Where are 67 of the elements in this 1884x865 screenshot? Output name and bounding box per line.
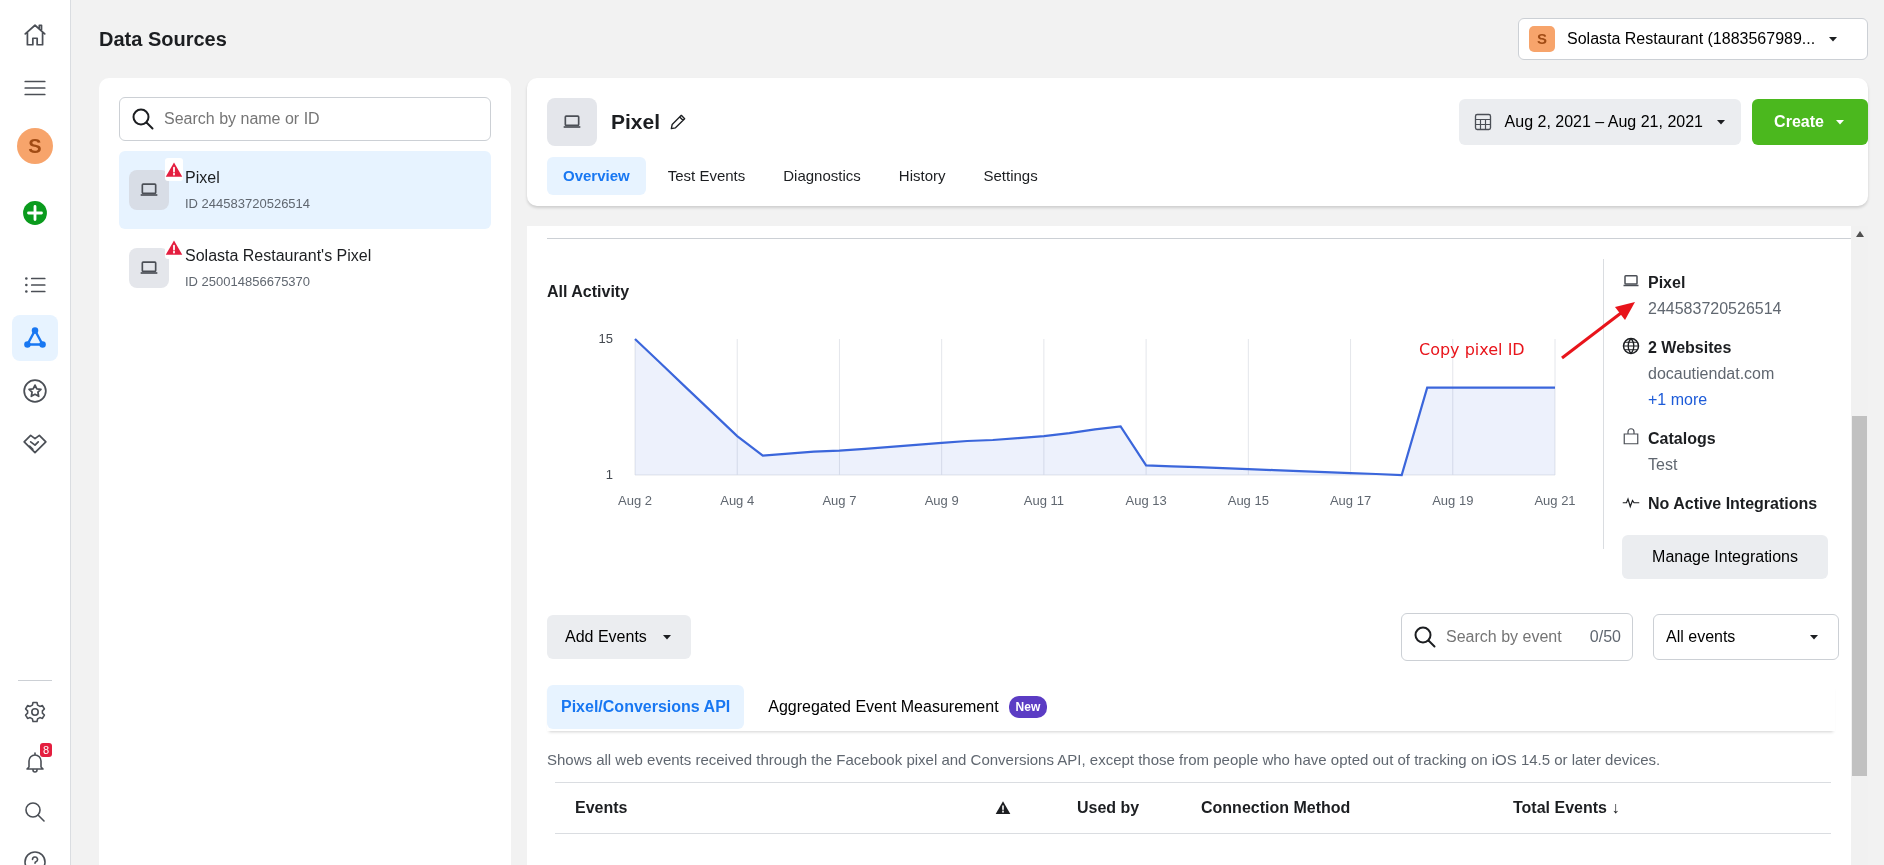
info-title: Pixel bbox=[1648, 273, 1687, 293]
tab[interactable]: Aggregated Event Measurement New bbox=[754, 685, 1062, 729]
source-list-item[interactable]: Pixel ID 244583720526514 bbox=[119, 151, 491, 229]
account-dropdown[interactable]: S Solasta Restaurant (1883567989... bbox=[1518, 18, 1868, 60]
axis-label: 15 bbox=[598, 331, 613, 346]
rail-button[interactable]: 8 bbox=[12, 739, 58, 785]
axis-label: Aug 2 bbox=[618, 493, 652, 508]
search-icon bbox=[1413, 625, 1437, 649]
pixel-title: Pixel bbox=[611, 109, 661, 135]
axis-label: Aug 13 bbox=[1125, 493, 1167, 508]
search-icon bbox=[23, 800, 47, 824]
rail-button[interactable] bbox=[12, 315, 58, 361]
tab[interactable]: Test Events bbox=[651, 157, 762, 195]
column-header[interactable]: Connection Method bbox=[1201, 795, 1513, 820]
info-value: docautiendat.com bbox=[1648, 364, 1775, 384]
source-name: Pixel bbox=[185, 168, 221, 189]
character-counter: 0/50 bbox=[1589, 627, 1621, 647]
axis-label: Aug 7 bbox=[822, 493, 857, 508]
axis-label: Aug 15 bbox=[1227, 493, 1269, 508]
add-events-button[interactable]: Add Events bbox=[547, 615, 691, 659]
info-title: 2 Websites bbox=[1648, 338, 1733, 358]
column-header[interactable]: Used by bbox=[1077, 795, 1201, 820]
manage-integrations-button[interactable]: Manage Integrations bbox=[1622, 535, 1828, 579]
notification-badge: 8 bbox=[39, 743, 52, 757]
source-id: ID 250014856675370 bbox=[185, 273, 312, 292]
settings-icon bbox=[23, 700, 47, 724]
axis-label: Aug 19 bbox=[1432, 493, 1474, 508]
network-icon bbox=[22, 325, 48, 351]
source-name: Solasta Restaurant's Pixel bbox=[185, 246, 372, 267]
axis-label: 1 bbox=[605, 467, 613, 482]
info-title: Catalogs bbox=[1648, 429, 1716, 449]
info-value: Test bbox=[1648, 455, 1679, 475]
tab[interactable]: Diagnostics bbox=[767, 157, 877, 195]
source-id: ID 244583720526514 bbox=[185, 195, 311, 214]
tab[interactable]: History bbox=[882, 157, 962, 195]
warning-icon bbox=[995, 800, 1011, 817]
column-header[interactable]: Events bbox=[575, 795, 995, 820]
globe-icon bbox=[1622, 337, 1640, 355]
calendar-icon bbox=[1472, 112, 1493, 132]
annotation-text: Copy pixel ID bbox=[1419, 339, 1525, 361]
source-list-item[interactable]: Solasta Restaurant's Pixel ID 250014856675370 bbox=[119, 229, 491, 307]
axis-label: Aug 9 bbox=[924, 493, 959, 508]
scroll-up-arrow[interactable] bbox=[1854, 230, 1865, 238]
new-badge: New bbox=[1008, 696, 1048, 718]
search-icon bbox=[131, 107, 155, 131]
tab[interactable]: Overview bbox=[547, 157, 646, 195]
tab[interactable]: Pixel/Conversions API bbox=[547, 685, 745, 729]
axis-label: Aug 11 bbox=[1023, 493, 1064, 508]
info-value: 244583720526514 bbox=[1648, 299, 1782, 319]
search-field[interactable]: Search by name or ID bbox=[119, 97, 491, 141]
axis-label: Aug 4 bbox=[720, 493, 755, 508]
add-icon bbox=[22, 200, 48, 226]
axis-label: Aug 21 bbox=[1534, 493, 1576, 508]
account-avatar: S bbox=[1529, 26, 1555, 52]
description-text: Shows all web events received through the Facebook pixel and Conversions API, except those from people who have opted out of tracking on iOS 14.5 or later devices. bbox=[547, 750, 1662, 770]
axis-label: Aug 17 bbox=[1329, 493, 1372, 508]
section-title: All Activity bbox=[547, 282, 631, 302]
event-filter-dropdown[interactable]: All events bbox=[1653, 614, 1839, 660]
info-title: No Active Integrations bbox=[1648, 494, 1818, 514]
shopping-bag-icon bbox=[1622, 428, 1640, 446]
tab[interactable]: Settings bbox=[967, 157, 1054, 195]
more-link[interactable]: +1 more bbox=[1648, 388, 1708, 412]
scrollbar-thumb[interactable] bbox=[1852, 416, 1867, 776]
home-icon bbox=[22, 22, 48, 48]
date-range-picker[interactable]: Aug 2, 2021 – Aug 21, 2021 bbox=[1458, 99, 1741, 145]
page-title: Data Sources bbox=[99, 27, 227, 51]
column-header[interactable]: Total Events ↓ bbox=[1513, 795, 1831, 820]
